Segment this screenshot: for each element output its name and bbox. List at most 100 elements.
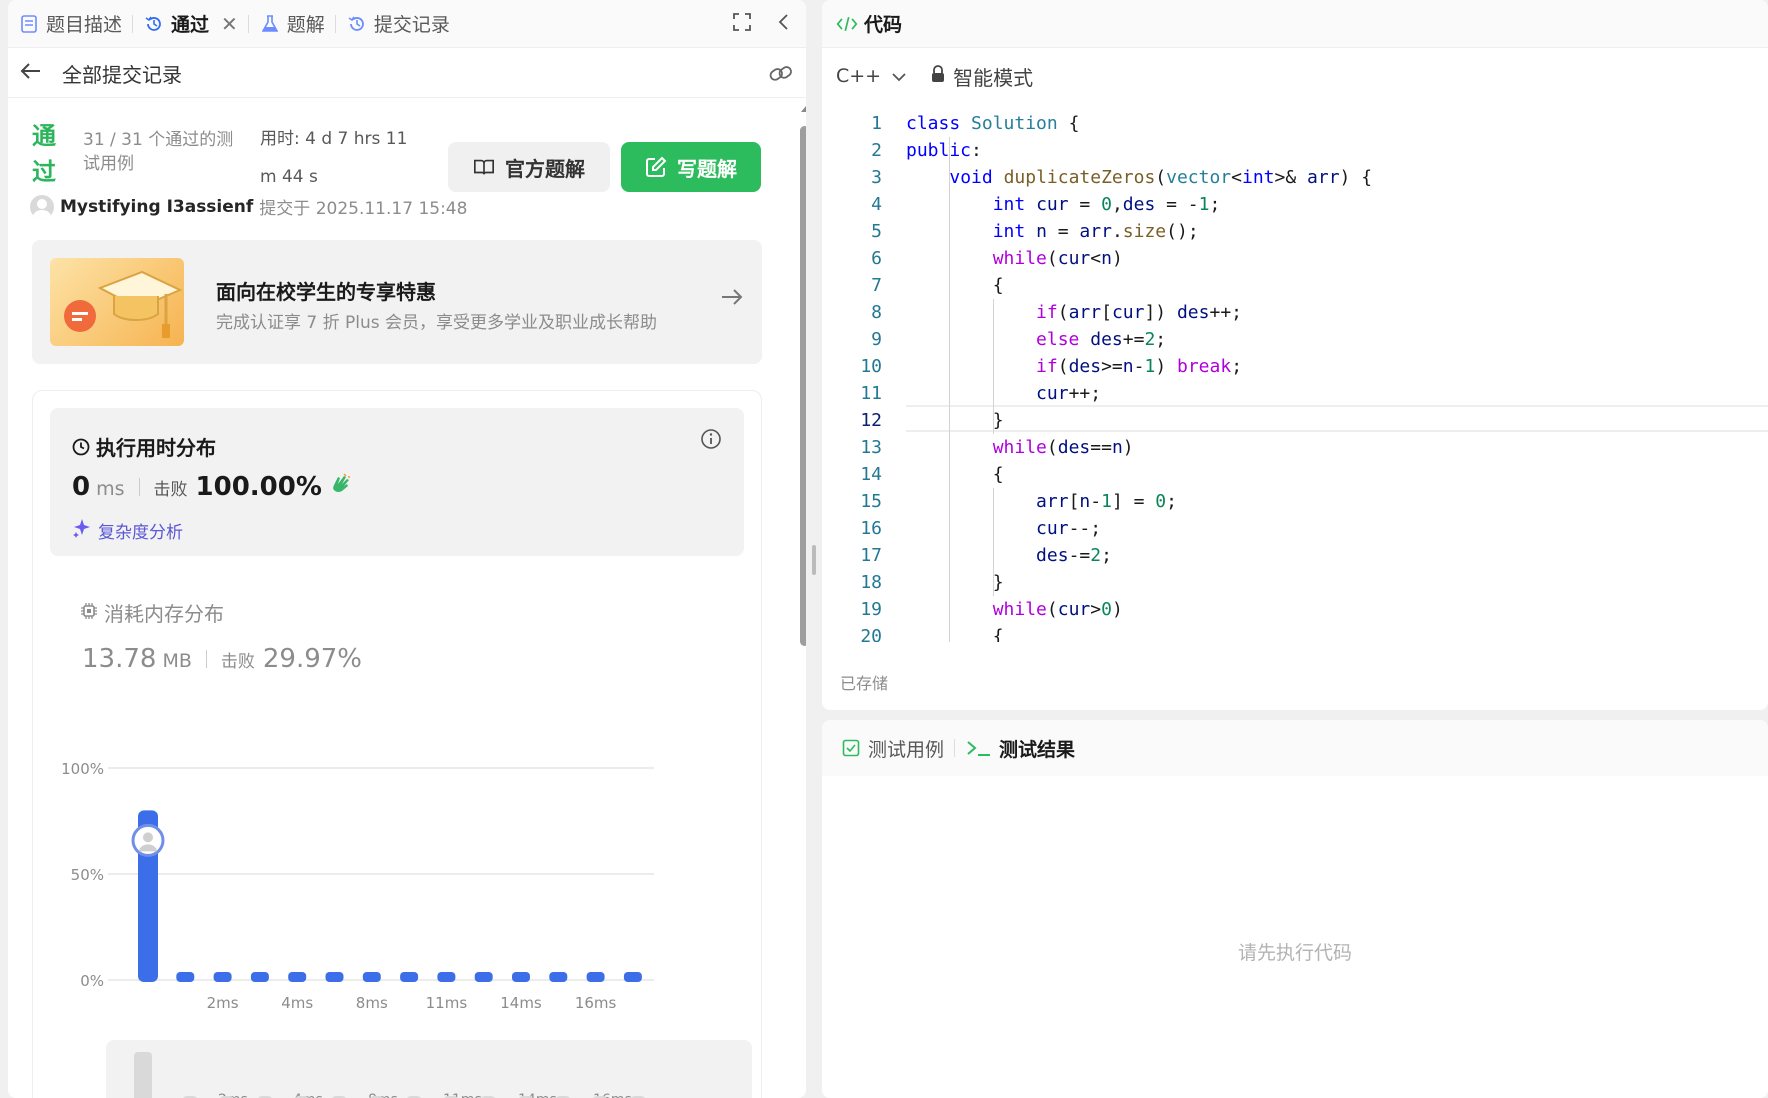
line-number: 9	[871, 329, 882, 350]
code-text: {	[906, 464, 1004, 485]
document-icon	[18, 13, 40, 35]
checkbox-icon	[840, 737, 862, 759]
tab-label: 题解	[286, 14, 325, 36]
line-number: 20	[860, 626, 882, 642]
code-text: while(cur<n)	[992, 248, 1123, 269]
chart-bar	[623, 972, 642, 982]
navigator-handle[interactable]	[134, 1052, 152, 1098]
memory-metric: 13.78 MB 击败 29.97%	[82, 644, 362, 674]
y-tick-label: 100%	[61, 760, 104, 778]
code-line[interactable]: 12 }	[822, 407, 1768, 434]
code-line[interactable]: 3 void duplicateZeros(vector<int>& arr) …	[822, 164, 1768, 191]
code-line[interactable]: 8 if(arr[cur]) des++;	[822, 299, 1768, 326]
clap-icon	[328, 473, 352, 499]
language-selector[interactable]: C++	[836, 65, 907, 87]
promo-subtitle: 完成认证享 7 折 Plus 会员，享受更多学业及职业成长帮助	[216, 313, 658, 333]
code-text: cur--;	[1036, 518, 1102, 539]
chart-range-navigator[interactable]: 2ms4ms8ms11ms14ms16ms	[106, 1040, 752, 1098]
runtime-heading-label: 执行用时分布	[96, 436, 216, 460]
tab-label: 通过	[171, 14, 210, 36]
indent-guide	[992, 488, 994, 596]
avatar[interactable]	[30, 194, 54, 219]
line-number: 5	[871, 221, 882, 242]
tab-submissions[interactable]: 提交记录	[336, 0, 460, 48]
line-number: 18	[860, 572, 882, 593]
back-arrow-icon[interactable]	[20, 61, 50, 86]
runtime-summary[interactable]: 执行用时分布 0 ms 击败 100.00% 复杂度分析	[50, 408, 744, 556]
code-line[interactable]: 11 cur++;	[822, 380, 1768, 407]
page-title[interactable]: 全部提交记录	[62, 59, 182, 88]
line-number: 4	[871, 194, 882, 215]
editor-tabbar: 代码	[822, 0, 1768, 48]
tab-accepted[interactable]: 通过 ✕	[133, 0, 248, 48]
language-label: C++	[836, 65, 882, 87]
code-line[interactable]: 18 }	[822, 569, 1768, 596]
tab-label: 题目描述	[46, 14, 123, 36]
complexity-analysis-link[interactable]: 复杂度分析	[72, 518, 183, 543]
fullscreen-icon[interactable]	[732, 12, 752, 36]
chart-bar	[325, 972, 344, 982]
code-line[interactable]: 5 int n = arr.size();	[822, 218, 1768, 245]
runtime-value: 0	[72, 472, 91, 502]
code-text: void duplicateZeros(vector<int>& arr) {	[949, 167, 1373, 188]
runtime-heading: 执行用时分布	[70, 432, 216, 461]
info-icon[interactable]	[700, 428, 722, 454]
scroll-up-arrow-icon[interactable]	[801, 106, 806, 112]
mode-label: 智能模式	[953, 65, 1034, 90]
code-line[interactable]: 16 cur--;	[822, 515, 1768, 542]
memory-heading[interactable]: 消耗内存分布	[80, 598, 224, 627]
left-tabbar: 题目描述 通过 ✕ 题解 提交记录	[8, 0, 806, 48]
tab-description[interactable]: 题目描述	[8, 0, 132, 48]
code-area[interactable]: 1 class Solution {2 public: 3 void duplicat…	[822, 110, 1768, 642]
code-line[interactable]: 17 des-=2;	[822, 542, 1768, 569]
code-line[interactable]: 19 while(cur>0)	[822, 596, 1768, 623]
arrow-right-icon[interactable]	[720, 284, 744, 314]
write-solution-button[interactable]: 写题解	[621, 142, 761, 192]
lock-icon	[931, 64, 945, 88]
chart-bar	[437, 972, 456, 982]
tab-code[interactable]: 代码	[822, 0, 912, 48]
complexity-label: 复杂度分析	[98, 523, 183, 543]
left-panel: 题目描述 通过 ✕ 题解 提交记录 全部提交记录 通过 31 / 31 个通过的…	[8, 0, 806, 1098]
indent-guide	[949, 137, 951, 642]
smart-mode-toggle[interactable]: 智能模式	[931, 62, 1033, 91]
scrollbar[interactable]	[799, 104, 806, 1098]
edit-icon	[645, 156, 667, 178]
username[interactable]: Mystifying I3assienf	[60, 197, 253, 217]
memory-value: 13.78	[82, 644, 157, 674]
code-editor-panel: 代码 C++ 智能模式 1 class Solution {2 public: 3 v…	[822, 0, 1768, 710]
runtime-distribution-chart[interactable]: 100% 50% 0% 2ms 4ms 8ms 11ms 14ms 16ms	[48, 740, 768, 1030]
code-line[interactable]: 4 int cur = 0,des = -1;	[822, 191, 1768, 218]
code-line[interactable]: 10 if(des>=n-1) break;	[822, 353, 1768, 380]
clock-icon	[70, 436, 92, 458]
chart-bar	[362, 972, 381, 982]
chart-bar	[549, 972, 568, 982]
tab-testcase[interactable]: 测试用例	[822, 724, 954, 772]
code-line[interactable]: 20 {	[822, 623, 1768, 642]
code-line[interactable]: 2 public:	[822, 137, 1768, 164]
code-line[interactable]: 6 while(cur<n)	[822, 245, 1768, 272]
tab-solutions[interactable]: 题解	[249, 0, 335, 48]
scrollbar-thumb[interactable]	[800, 126, 806, 646]
student-promo-banner[interactable]: 面向在校学生的专享特惠 完成认证享 7 折 Plus 会员，享受更多学业及职业成…	[32, 240, 762, 364]
code-text: while(des==n)	[992, 437, 1134, 458]
official-solution-button[interactable]: 官方题解	[448, 142, 610, 192]
chart-bar	[400, 972, 419, 982]
code-line[interactable]: 7 {	[822, 272, 1768, 299]
code-line[interactable]: 9 else des+=2;	[822, 326, 1768, 353]
memory-unit: MB	[162, 650, 192, 672]
vertical-splitter[interactable]	[812, 545, 816, 575]
line-number: 17	[860, 545, 882, 566]
code-line[interactable]: 14 {	[822, 461, 1768, 488]
code-line[interactable]: 13 while(des==n)	[822, 434, 1768, 461]
x-tick-label: 2ms	[207, 994, 239, 1012]
code-line[interactable]: 1 class Solution {	[822, 110, 1768, 137]
line-number: 3	[871, 167, 882, 188]
tab-test-result[interactable]: 测试结果	[955, 724, 1085, 772]
line-number: 10	[860, 356, 882, 377]
collapse-icon[interactable]	[776, 12, 790, 36]
close-icon[interactable]: ✕	[221, 12, 238, 36]
code-text: {	[906, 626, 1004, 642]
link-icon[interactable]	[768, 62, 794, 90]
code-line[interactable]: 15 arr[n-1] = 0;	[822, 488, 1768, 515]
